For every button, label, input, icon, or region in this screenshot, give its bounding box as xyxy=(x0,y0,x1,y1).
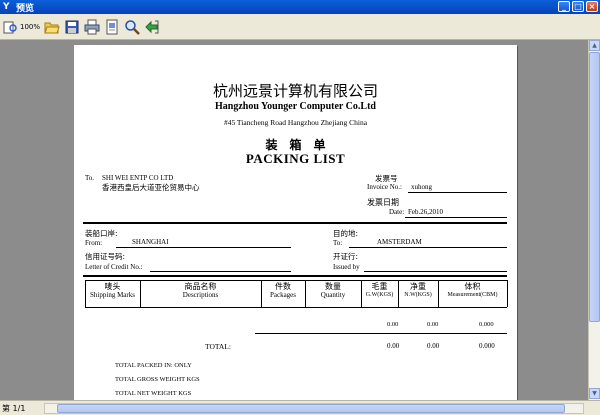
horizontal-scrollbar[interactable] xyxy=(44,403,584,414)
total-packed-in: TOTAL PACKED IN: ONLY xyxy=(115,362,192,369)
column-header-en: Descriptions xyxy=(182,291,219,299)
print-icon xyxy=(84,19,100,34)
total-gross-weight: 0.00 xyxy=(387,342,400,350)
lc-number-underline xyxy=(150,271,291,272)
zoom-icon xyxy=(3,21,17,33)
total-label: TOTAL: xyxy=(205,342,231,351)
total-rule xyxy=(255,333,507,334)
consignee-name: SHI WEI ENTP CO LTD xyxy=(102,174,174,182)
to-label: To. xyxy=(85,174,95,182)
company-name-en: Hangzhou Younger Computer Co.Ltd xyxy=(215,101,376,112)
title-bar: Y 预览 _ □ × xyxy=(0,0,600,14)
table-border-right xyxy=(507,280,508,307)
company-address: #45 Tiancheng Road Hangzhou Zhejiang Chi… xyxy=(223,118,368,127)
column-header-cn: 体积 xyxy=(464,282,481,291)
total-net-weight: 0.00 xyxy=(427,342,440,350)
maximize-button[interactable]: □ xyxy=(572,1,584,12)
open-button[interactable] xyxy=(44,17,60,37)
total-gross-weight-text: TOTAL GROSS WEIGHT KGS xyxy=(115,376,200,383)
issued-by-label: Issued by xyxy=(333,263,360,271)
table-top-border xyxy=(85,280,507,281)
from-label: From: xyxy=(85,239,103,247)
to-dest-value: AMSTERDAM xyxy=(377,238,422,246)
from-underline xyxy=(116,247,291,248)
zoom-button[interactable]: 100% xyxy=(3,17,40,37)
lc-number-label: Letter of Credit No.: xyxy=(85,263,143,271)
zoom-level: 100% xyxy=(20,22,41,31)
from-value: SHANGHAI xyxy=(132,238,169,246)
window-controls: _ □ × xyxy=(558,1,598,12)
print-button[interactable] xyxy=(84,17,100,37)
column-header: 体积 Measurement(CBM) xyxy=(438,282,507,308)
app-icon: Y xyxy=(3,2,10,12)
save-icon xyxy=(65,20,79,33)
title-en: PACKING LIST xyxy=(245,151,346,166)
vertical-scrollbar[interactable]: ▲ ▼ xyxy=(588,40,600,400)
column-header-en: N.W(KGS) xyxy=(404,292,432,298)
issuing-bank-cn: 开证行: xyxy=(333,252,359,261)
to-dest-label: To: xyxy=(333,239,343,247)
status-bar: 第 1/1 xyxy=(0,400,600,415)
scroll-thumb[interactable] xyxy=(589,52,600,322)
port-of-loading-cn: 装船口岸: xyxy=(85,229,118,238)
column-header-en: Measurement(CBM) xyxy=(447,292,498,298)
column-header-en: G.W(KGS) xyxy=(365,292,394,298)
total-net-weight-text: TOTAL NET WEIGHT KGS xyxy=(115,390,192,397)
column-header-cn: 件数 xyxy=(275,282,291,291)
scroll-down-button[interactable]: ▼ xyxy=(589,388,600,399)
print-setup-button[interactable] xyxy=(104,17,120,37)
invoice-no-underline xyxy=(408,192,507,193)
column-header: 唛头 Shipping Marks xyxy=(85,282,140,308)
packing-list-page: 杭州远景计算机有限公司 Hangzhou Younger Computer Co… xyxy=(74,45,517,415)
horizontal-scroll-thumb[interactable] xyxy=(57,404,565,413)
column-header: 件数 Packages xyxy=(261,282,305,308)
column-header-en: Shipping Marks xyxy=(90,291,135,299)
issued-by-underline xyxy=(364,271,507,272)
destination-cn: 目的地: xyxy=(333,229,359,238)
minimize-button[interactable]: _ xyxy=(558,1,570,12)
save-button[interactable] xyxy=(64,17,80,37)
row-gross-weight: 0.00 xyxy=(387,321,399,328)
invoice-no-label: Invoice No.: xyxy=(367,183,402,191)
page-setup-icon xyxy=(106,19,118,34)
column-header-en: Quantity xyxy=(320,291,346,299)
date-value: Feb.26,2010 xyxy=(408,208,443,216)
close-button[interactable]: × xyxy=(586,1,598,12)
section-rule-2 xyxy=(83,275,507,277)
find-button[interactable] xyxy=(124,17,140,37)
company-name-cn: 杭州远景计算机有限公司 xyxy=(212,82,378,100)
lc-number-cn: 信用证号码: xyxy=(85,252,126,261)
invoice-no-value: xuhong xyxy=(411,183,432,191)
scroll-up-button[interactable]: ▲ xyxy=(589,40,600,51)
exit-icon xyxy=(145,20,159,33)
column-header: 毛重 G.W(KGS) xyxy=(361,282,398,308)
invoice-date-label-cn: 发票日期 xyxy=(367,198,399,207)
exit-button[interactable] xyxy=(144,17,160,37)
column-header: 数量 Quantity xyxy=(305,282,361,308)
column-header-cn: 数量 xyxy=(325,282,341,291)
consignee-name-cn: 香港西皇后大道亚伦贸易中心 xyxy=(102,183,200,192)
toolbar: 100% xyxy=(0,14,600,40)
column-header: 净重 N.W(KGS) xyxy=(398,282,438,308)
column-header-cn: 商品名称 xyxy=(184,282,217,291)
to-dest-underline xyxy=(349,247,507,248)
date-underline xyxy=(405,217,507,218)
row-net-weight: 0.00 xyxy=(427,321,439,328)
folder-open-icon xyxy=(44,22,60,33)
total-measurement: 0.000 xyxy=(479,342,495,350)
row-measurement: 0.000 xyxy=(479,321,494,328)
magnifier-icon xyxy=(125,19,140,35)
window-title: 预览 xyxy=(16,3,35,14)
column-header: 商品名称 Descriptions xyxy=(140,282,261,308)
column-header-en: Packages xyxy=(269,291,297,299)
column-header-cn: 毛重 xyxy=(371,282,388,291)
date-label: Date: xyxy=(389,208,405,216)
column-header-cn: 唛头 xyxy=(104,282,121,291)
page-indicator: 第 1/1 xyxy=(2,403,26,413)
section-rule-1 xyxy=(83,222,507,224)
column-header-cn: 净重 xyxy=(410,282,426,291)
